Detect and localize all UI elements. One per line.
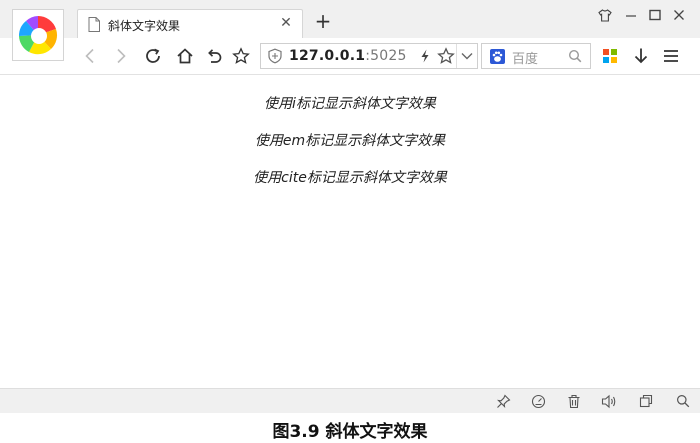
close-window-icon[interactable] — [670, 6, 688, 24]
italic-line-i: 使用i标记显示斜体文字效果 — [264, 96, 436, 112]
url-port: :5025 — [365, 48, 407, 64]
chevron-down-icon[interactable] — [456, 44, 477, 68]
shirt-icon[interactable] — [596, 6, 614, 24]
shield-icon — [268, 48, 282, 64]
page-content: 使用i标记显示斜体文字效果 使用em标记显示斜体文字效果 使用cite标记显示斜… — [0, 75, 700, 388]
apps-grid-icon[interactable] — [600, 46, 620, 66]
lightning-icon[interactable] — [417, 48, 433, 64]
baidu-paw-icon — [490, 49, 505, 64]
browser-window: 斜体文字效果 ✕ + 127.0.0.1:5025 百度 使用i标记显示斜体文字… — [0, 0, 700, 413]
status-bar — [0, 388, 700, 413]
bookmark-star-icon[interactable] — [437, 47, 455, 65]
italic-line-em: 使用em标记显示斜体文字效果 — [254, 133, 446, 149]
speed-icon[interactable] — [530, 393, 546, 409]
forward-arrow-icon[interactable] — [111, 46, 131, 66]
figure-caption: 图3.9 斜体文字效果 — [272, 422, 428, 442]
page-icon — [88, 17, 100, 32]
speaker-icon[interactable] — [601, 393, 617, 409]
tab-bar: 斜体文字效果 ✕ + — [0, 0, 700, 39]
window-icon[interactable] — [638, 393, 654, 409]
search-box[interactable]: 百度 — [481, 43, 591, 69]
tab-active[interactable]: 斜体文字效果 ✕ — [77, 9, 303, 39]
menu-icon[interactable] — [661, 46, 681, 66]
url-host: 127.0.0.1 — [289, 48, 366, 64]
minimize-icon[interactable] — [622, 6, 640, 24]
back-arrow-icon[interactable] — [80, 46, 100, 66]
download-icon[interactable] — [631, 46, 651, 66]
zoom-search-icon[interactable] — [675, 393, 691, 409]
plus-icon[interactable]: + — [313, 11, 333, 31]
trash-icon[interactable] — [566, 393, 582, 409]
navigation-bar: 127.0.0.1:5025 百度 — [0, 38, 700, 75]
pin-icon[interactable] — [495, 393, 511, 409]
browser-logo[interactable] — [12, 9, 64, 61]
reload-icon[interactable] — [143, 46, 163, 66]
favorite-star-icon[interactable] — [231, 46, 251, 66]
tab-title: 斜体文字效果 — [108, 19, 181, 33]
home-icon[interactable] — [175, 46, 195, 66]
search-placeholder: 百度 — [512, 52, 539, 67]
maximize-icon[interactable] — [646, 6, 664, 24]
undo-icon[interactable] — [204, 46, 224, 66]
italic-line-cite: 使用cite标记显示斜体文字效果 — [253, 170, 447, 186]
url-text[interactable]: 127.0.0.1:5025 — [289, 48, 407, 64]
browser-logo-icon — [18, 16, 58, 55]
address-bar[interactable]: 127.0.0.1:5025 — [260, 43, 478, 69]
search-icon[interactable] — [568, 49, 582, 63]
close-icon[interactable]: ✕ — [278, 15, 294, 31]
